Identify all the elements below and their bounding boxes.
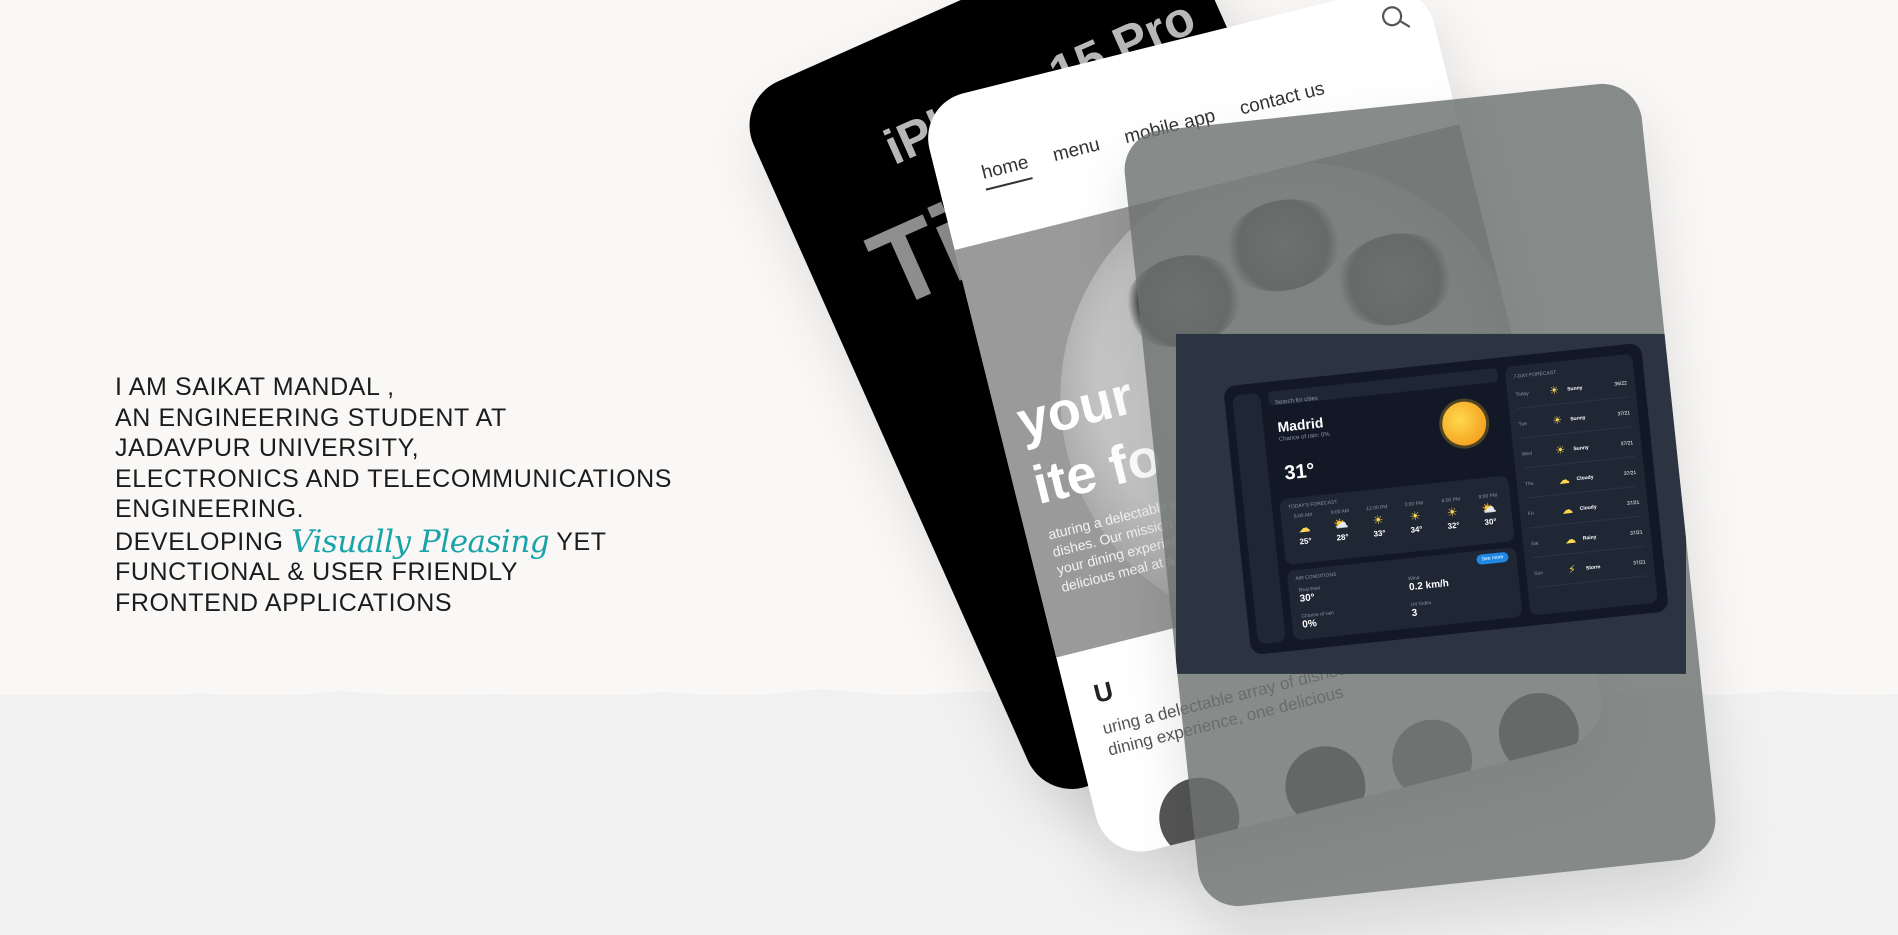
- intro-line: Electronics and Telecommunications: [115, 464, 673, 493]
- day-condition: Cloudy: [1579, 504, 1597, 512]
- day-row: Thu ☁ Cloudy 37/21: [1523, 463, 1638, 499]
- hour-item: 9:00 AM ⛅ 28°: [1326, 508, 1357, 544]
- day-temps: 37/21: [1623, 469, 1637, 478]
- day-row: Tue ☀ Sunny 37/21: [1517, 404, 1632, 439]
- sun-icon: [1440, 399, 1489, 448]
- day-name: Sat: [1530, 540, 1539, 548]
- section-title: U: [1090, 675, 1117, 709]
- day-condition: Rainy: [1582, 534, 1597, 542]
- nav-home[interactable]: home: [979, 151, 1033, 191]
- air-conditions-title: AIR CONDITIONS: [1295, 571, 1337, 583]
- hour-item: 9:00 PM ⛅ 30°: [1474, 492, 1505, 528]
- highlight-script-text: Visually Pleasing: [291, 523, 550, 560]
- weather-icon: ☁: [1561, 503, 1574, 517]
- weather-app: Search for cities Madrid Chance of rain:…: [1223, 342, 1669, 656]
- hour-temp: 32°: [1447, 520, 1461, 531]
- intro-text: I am Saikat Mandal , an Engineering stud…: [115, 372, 672, 618]
- day-condition: Storm: [1585, 564, 1601, 572]
- hour-temp: 30°: [1484, 516, 1498, 527]
- day-temps: 37/21: [1632, 559, 1647, 567]
- day-name: Sun: [1534, 570, 1544, 578]
- day-name: Tue: [1518, 421, 1528, 428]
- day-temps: 37/21: [1629, 529, 1643, 537]
- hour-item: 12:00 PM ☀ 33°: [1363, 504, 1394, 540]
- day-name: Wed: [1521, 450, 1533, 458]
- day-row: Sat ☁ Rainy 37/21: [1530, 523, 1645, 559]
- intro-line: functional & user friendly: [115, 558, 519, 586]
- see-more-button[interactable]: See more: [1476, 551, 1509, 565]
- weather-icon: ☀: [1554, 444, 1567, 458]
- day-temps: 36/22: [1614, 380, 1628, 388]
- metric-value: 30°: [1299, 592, 1316, 605]
- nav-menu[interactable]: menu: [1051, 134, 1104, 173]
- hour-item: 6:00 PM ☀ 32°: [1437, 496, 1468, 532]
- intro-line-highlight: Developing Visually Pleasing yet: [115, 523, 672, 560]
- day-name: Today: [1515, 390, 1530, 399]
- hour-temp: 28°: [1336, 532, 1350, 543]
- day-row: Fri ☁ Cloudy 37/21: [1527, 493, 1641, 529]
- day-name: Fri: [1527, 510, 1535, 518]
- week-forecast-title: 7-DAY FORECAST: [1513, 369, 1557, 381]
- intro-line: Engineering.: [115, 495, 305, 523]
- day-condition: Sunny: [1570, 414, 1586, 423]
- weather-icon: ☀: [1548, 384, 1560, 398]
- intro-prefix: Developing: [115, 527, 292, 556]
- today-forecast-title: TODAY'S FORECAST: [1287, 499, 1338, 511]
- weather-icon: ☁: [1558, 473, 1571, 487]
- day-condition: Sunny: [1573, 444, 1590, 453]
- week-forecast: 7-DAY FORECAST Today ☀ Sunny 36/22 Tue ☀ Sunn…: [1504, 353, 1658, 616]
- hour-temp: 33°: [1373, 528, 1387, 539]
- day-temps: 37/21: [1617, 410, 1631, 418]
- intro-line: an Engineering student at: [115, 403, 507, 432]
- intro-line: I am Saikat Mandal ,: [115, 373, 395, 401]
- weather-current: Madrid Chance of rain: 0% 31°: [1270, 390, 1507, 494]
- project-card-weather[interactable]: Search for cities Madrid Chance of rain:…: [1120, 79, 1720, 911]
- weather-icon: ☀: [1551, 414, 1563, 428]
- weather-screenshot: Search for cities Madrid Chance of rain:…: [1175, 333, 1686, 674]
- metric-value: 0%: [1301, 618, 1318, 631]
- search-icon[interactable]: [1376, 0, 1412, 36]
- metric-wind: Wind 0.2 km/h: [1408, 572, 1450, 593]
- weather-search-placeholder: Search for cities: [1274, 395, 1319, 407]
- day-name: Thu: [1524, 480, 1534, 488]
- metric-value: 3: [1411, 607, 1418, 620]
- hour-temp: 34°: [1410, 524, 1424, 535]
- day-row: Wed ☀ Sunny 37/21: [1520, 434, 1635, 469]
- weather-icon: ⚡: [1567, 563, 1577, 577]
- hour-item: 6:00 AM ☁ 25°: [1289, 511, 1320, 547]
- intro-suffix: yet: [549, 527, 607, 556]
- weather-icon: ☁: [1564, 533, 1577, 547]
- day-temps: 37/21: [1626, 499, 1640, 507]
- hour-item: 3:00 PM ☀ 34°: [1400, 500, 1431, 536]
- metric-real-feel: Real Feel 30°: [1298, 586, 1321, 605]
- metric-uv: UV Index 3: [1411, 600, 1433, 619]
- day-row: Today ☀ Sunny 36/22: [1514, 374, 1629, 409]
- day-condition: Sunny: [1566, 385, 1583, 393]
- intro-line: Jadavpur University,: [115, 434, 420, 462]
- day-row: Sun ⚡ Storm 37/21: [1533, 553, 1648, 589]
- day-temps: 37/21: [1620, 440, 1634, 448]
- weather-temp: 31°: [1283, 459, 1316, 485]
- intro-line: frontend applications: [115, 588, 453, 617]
- metric-rain: Chance of rain 0%: [1301, 610, 1335, 630]
- day-condition: Cloudy: [1576, 474, 1594, 483]
- hour-temp: 25°: [1299, 536, 1313, 547]
